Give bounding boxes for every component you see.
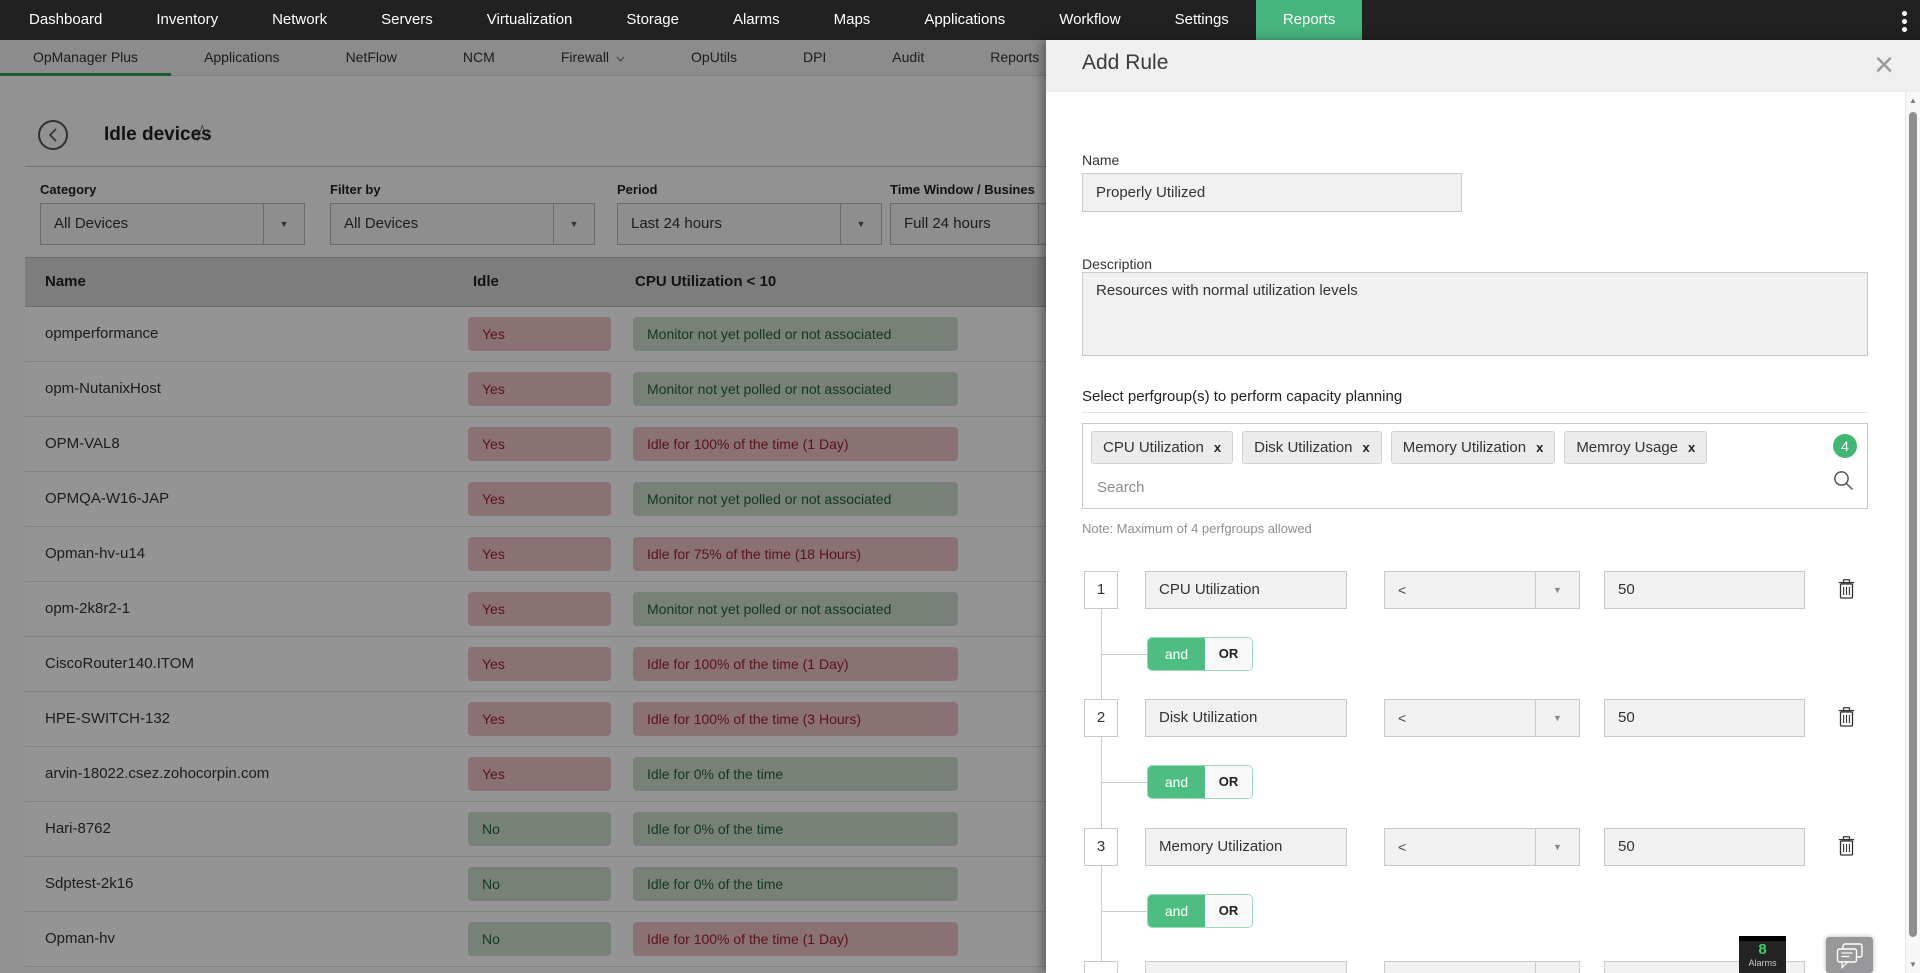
scroll-down-arrow[interactable]: ▼ — [1906, 960, 1920, 969]
or-option[interactable]: OR — [1205, 638, 1252, 670]
connector-line — [1101, 911, 1147, 912]
rule-number: 3 — [1084, 828, 1118, 866]
trash-icon — [1838, 707, 1855, 728]
topnav-item-maps[interactable]: Maps — [807, 0, 898, 40]
add-rule-panel: Add Rule × Name Description Resources wi… — [1046, 40, 1920, 973]
delete-rule-button[interactable] — [1838, 836, 1858, 858]
and-option[interactable]: and — [1148, 638, 1205, 670]
alarms-label: Alarms — [1739, 958, 1786, 968]
close-icon[interactable]: × — [1874, 43, 1894, 87]
rule-value-field[interactable]: 50 — [1604, 571, 1805, 609]
scroll-up-arrow[interactable]: ▲ — [1906, 96, 1920, 105]
perfgroup-tag[interactable]: Disk Utilizationx — [1242, 431, 1382, 464]
topnav-item-reports[interactable]: Reports — [1256, 0, 1363, 40]
topnav-item-dashboard[interactable]: Dashboard — [2, 0, 129, 40]
chevron-down-icon: ▼ — [1535, 700, 1579, 736]
topnav-item-servers[interactable]: Servers — [354, 0, 460, 40]
rule-number: 2 — [1084, 699, 1118, 737]
panel-header: Add Rule × — [1046, 40, 1920, 92]
or-option[interactable]: OR — [1205, 766, 1252, 798]
connector-line — [1101, 866, 1102, 961]
panel-title: Add Rule — [1082, 51, 1168, 75]
scrollbar-thumb[interactable] — [1909, 112, 1917, 937]
and-option[interactable]: and — [1148, 766, 1205, 798]
delete-rule-button[interactable] — [1838, 707, 1858, 729]
chevron-down-icon: ▼ — [1535, 962, 1579, 973]
kebab-dot — [1902, 11, 1907, 16]
rule-metric-field[interactable]: Memroy Usage — [1145, 961, 1347, 973]
rule-number: 1 — [1084, 571, 1118, 609]
perfgroup-section-heading: Select perfgroup(s) to perform capacity … — [1082, 388, 1402, 405]
kebab-dot — [1902, 27, 1907, 32]
connector-line — [1101, 654, 1147, 655]
perfgroup-tag[interactable]: Memory Utilizationx — [1391, 431, 1556, 464]
topnav-item-workflow[interactable]: Workflow — [1032, 0, 1147, 40]
rule-operator-dropdown[interactable]: <▼ — [1384, 699, 1580, 737]
perfgroup-note: Note: Maximum of 4 perfgroups allowed — [1082, 521, 1312, 536]
perfgroup-tag[interactable]: Memroy Usagex — [1564, 431, 1707, 464]
perfgroup-search-input[interactable] — [1091, 471, 1814, 504]
and-or-toggle[interactable]: andOR — [1147, 637, 1253, 671]
topnav-item-alarms[interactable]: Alarms — [706, 0, 807, 40]
topnav-item-virtualization[interactable]: Virtualization — [460, 0, 600, 40]
rule-operator-dropdown[interactable]: <▼ — [1384, 828, 1580, 866]
rule-value-field[interactable]: 50 — [1604, 699, 1805, 737]
rule-operator-dropdown[interactable]: <▼ — [1384, 961, 1580, 973]
remove-tag-icon[interactable]: x — [1536, 440, 1543, 455]
chat-bubbles-icon — [1834, 942, 1865, 969]
rule-metric-field[interactable]: Disk Utilization — [1145, 699, 1347, 737]
remove-tag-icon[interactable]: x — [1362, 440, 1369, 455]
topnav-item-applications[interactable]: Applications — [897, 0, 1032, 40]
rule-number: 4 — [1084, 961, 1118, 973]
chevron-down-icon: ▼ — [1535, 829, 1579, 865]
rule-name-input[interactable] — [1082, 173, 1462, 212]
top-navigation: DashboardInventoryNetworkServersVirtuali… — [0, 0, 1920, 40]
rule-metric-field[interactable]: Memory Utilization — [1145, 828, 1347, 866]
rule-value-field[interactable]: 50 — [1604, 828, 1805, 866]
topnav-item-storage[interactable]: Storage — [599, 0, 706, 40]
topnav-item-network[interactable]: Network — [245, 0, 354, 40]
remove-tag-icon[interactable]: x — [1688, 440, 1695, 455]
description-label: Description — [1082, 256, 1152, 272]
connector-line — [1101, 782, 1147, 783]
topnav-item-inventory[interactable]: Inventory — [129, 0, 245, 40]
chevron-down-icon: ▼ — [1535, 572, 1579, 608]
alarms-count: 8 — [1739, 942, 1786, 958]
name-label: Name — [1082, 152, 1119, 168]
rule-operator-dropdown[interactable]: <▼ — [1384, 571, 1580, 609]
panel-scrollbar[interactable]: ▲ ▼ — [1905, 92, 1920, 973]
divider — [1082, 412, 1868, 413]
perfgroup-tag[interactable]: CPU Utilizationx — [1091, 431, 1233, 464]
chat-widget-button[interactable] — [1826, 937, 1873, 973]
rule-metric-field[interactable]: CPU Utilization — [1145, 571, 1347, 609]
and-or-toggle[interactable]: andOR — [1147, 894, 1253, 928]
trash-icon — [1838, 836, 1855, 857]
overflow-menu-icon[interactable] — [1896, 9, 1912, 33]
alarms-badge[interactable]: 8 Alarms — [1739, 936, 1786, 973]
magnifier-glyph — [1833, 470, 1854, 491]
or-option[interactable]: OR — [1205, 895, 1252, 927]
search-icon[interactable] — [1833, 470, 1854, 496]
perfgroup-multiselect[interactable]: CPU Utilizationx Disk Utilizationx Memory … — [1082, 423, 1868, 509]
rule-description-textarea[interactable]: Resources with normal utilization levels — [1082, 272, 1868, 356]
delete-rule-button[interactable] — [1838, 579, 1858, 601]
and-option[interactable]: and — [1148, 895, 1205, 927]
topnav-item-settings[interactable]: Settings — [1148, 0, 1256, 40]
remove-tag-icon[interactable]: x — [1214, 440, 1221, 455]
selected-count-badge: 4 — [1833, 434, 1857, 458]
and-or-toggle[interactable]: andOR — [1147, 765, 1253, 799]
trash-icon — [1838, 579, 1855, 600]
kebab-dot — [1902, 19, 1907, 24]
